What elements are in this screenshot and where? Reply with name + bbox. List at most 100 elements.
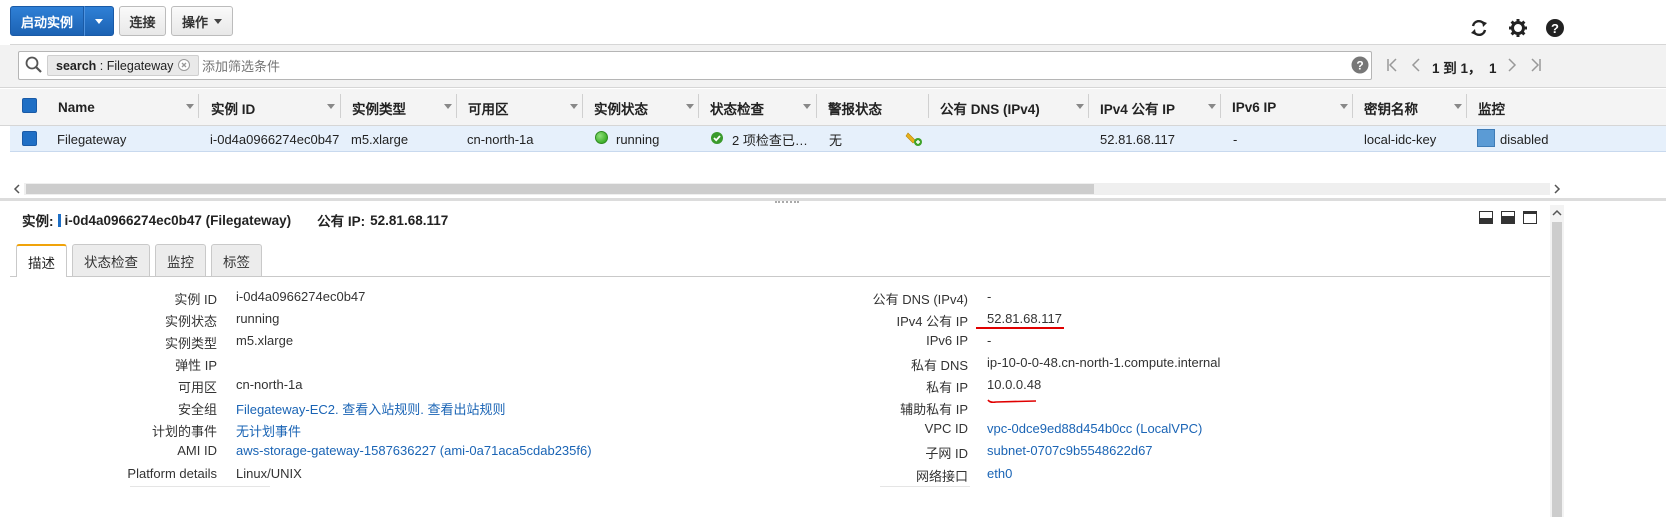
link-vpc-id[interactable]: vpc-0dce9ed88d454b0cc (LocalVPC) — [987, 421, 1202, 436]
label-az: 可用区 — [177, 380, 217, 395]
col-alarm[interactable]: 警报状态 — [828, 89, 882, 126]
cell-ipv4: 52.81.68.117 — [1100, 131, 1175, 147]
launch-instance-button[interactable]: 启动实例 — [10, 6, 84, 36]
drag-handle-icon[interactable] — [775, 201, 799, 205]
right-arrow-icon[interactable] — [1550, 182, 1564, 196]
sort-icon[interactable] — [1454, 104, 1462, 109]
link-outbound-rules[interactable]: 查看出站规则 — [427, 402, 505, 417]
scroll-up-icon[interactable] — [1550, 206, 1564, 220]
value-private-dns: ip-10-0-0-48.cn-north-1.compute.internal — [987, 355, 1221, 370]
col-public-dns[interactable]: 公有 DNS (IPv4) — [940, 89, 1040, 126]
label-security-group: 安全组 — [177, 402, 217, 417]
value-instance-id: i-0d4a0966274ec0b47 — [236, 289, 366, 304]
split-divider[interactable] — [0, 198, 1666, 201]
value-instance-state: running — [236, 311, 280, 326]
vertical-scrollbar-thumb[interactable] — [1552, 222, 1562, 517]
left-arrow-icon[interactable] — [10, 182, 24, 196]
detail-public-ip-value: 52.81.68.117 — [370, 212, 449, 228]
help-circle-icon[interactable]: ? — [1351, 56, 1369, 74]
refresh-icon[interactable] — [1469, 18, 1489, 38]
cell-status-checks: 2 项检查已… — [732, 132, 808, 148]
label-secondary-private-ip: 辅助私有 IP — [900, 402, 968, 417]
col-key-name[interactable]: 密钥名称 — [1364, 89, 1418, 126]
sort-icon[interactable] — [803, 104, 811, 109]
tab-description[interactable]: 描述 — [16, 244, 67, 277]
cell-key-name: local-idc-key — [1364, 131, 1437, 147]
cell-alarm: 无 — [829, 132, 843, 148]
divider — [816, 94, 817, 118]
link-network-interface[interactable]: eth0 — [987, 466, 1012, 481]
filter-input[interactable] — [202, 56, 602, 76]
row-checkbox[interactable] — [22, 131, 37, 146]
connect-label: 连接 — [129, 14, 156, 30]
col-instance-type[interactable]: 实例类型 — [352, 89, 406, 126]
select-all-checkbox[interactable] — [22, 98, 37, 113]
label-platform: Platform details — [127, 466, 217, 481]
link-security-group[interactable]: Filegateway-EC2. — [236, 402, 339, 417]
panel-layout-bottom-icon[interactable] — [1479, 211, 1493, 224]
link-ami-id[interactable]: aws-storage-gateway-1587636227 (ami-0a71… — [236, 443, 592, 458]
tab-status-checks[interactable]: 状态检查 — [72, 244, 150, 276]
sort-icon[interactable] — [1208, 104, 1216, 109]
col-ipv6[interactable]: IPv6 IP — [1232, 89, 1276, 126]
gear-icon[interactable] — [1508, 18, 1528, 38]
label-private-dns: 私有 DNS — [910, 358, 968, 373]
col-ipv4[interactable]: IPv4 公有 IP — [1100, 89, 1175, 126]
label-ipv6-ip: IPv6 IP — [926, 333, 968, 348]
alarm-bell-icon[interactable] — [905, 129, 923, 147]
help-icon[interactable]: ? — [1545, 18, 1565, 38]
last-page-icon[interactable] — [1528, 57, 1542, 73]
close-icon[interactable] — [178, 59, 190, 71]
col-instance-id[interactable]: 实例 ID — [211, 89, 255, 126]
tabs-baseline — [10, 276, 1550, 277]
connect-button[interactable]: 连接 — [119, 6, 166, 36]
value-public-dns: - — [987, 289, 992, 304]
sort-icon[interactable] — [570, 104, 578, 109]
panel-layout-full-icon[interactable] — [1523, 211, 1537, 224]
label-private-ip: 私有 IP — [926, 380, 968, 395]
cell-name: Filegateway — [57, 131, 127, 147]
next-page-icon[interactable] — [1506, 57, 1518, 73]
detail-public-ip-label: 公有 IP: — [317, 214, 366, 229]
col-name[interactable]: Name — [58, 89, 95, 126]
launch-dropdown-button[interactable] — [84, 6, 114, 36]
link-subnet-id[interactable]: subnet-0707c9b5548622d67 — [987, 443, 1153, 458]
sort-icon[interactable] — [1076, 104, 1084, 109]
sort-icon[interactable] — [186, 104, 194, 109]
filter-token[interactable]: search : Filegateway — [47, 55, 199, 76]
actions-button[interactable]: 操作 — [171, 6, 233, 36]
divider — [1352, 94, 1353, 118]
filter-token-sep: : — [96, 58, 107, 73]
filter-token-value: Filegateway — [106, 58, 174, 73]
monitoring-swatch — [1477, 129, 1495, 147]
link-scheduled-events[interactable]: 无计划事件 — [236, 421, 301, 440]
scrollbar-thumb[interactable] — [26, 184, 1094, 194]
check-icon — [711, 132, 723, 144]
label-public-dns: 公有 DNS (IPv4) — [872, 292, 968, 307]
col-status-checks[interactable]: 状态检查 — [710, 89, 764, 126]
value-platform: Linux/UNIX — [236, 466, 302, 481]
tab-monitoring[interactable]: 监控 — [155, 244, 206, 276]
actions-label: 操作 — [181, 14, 208, 30]
divider — [880, 486, 970, 487]
col-az[interactable]: 可用区 — [468, 89, 509, 126]
value-instance-type: m5.xlarge — [236, 333, 294, 348]
prev-page-icon[interactable] — [1410, 57, 1422, 73]
label-instance-type: 实例类型 — [164, 336, 217, 351]
detail-title-label: 实例: — [22, 214, 54, 229]
tab-tags[interactable]: 标签 — [211, 244, 262, 276]
link-inbound-rules[interactable]: 查看入站规则. — [342, 402, 424, 417]
detail-title: 实例: i-0d4a0966274ec0b47 (Filegateway) 公有… — [22, 210, 448, 230]
divider — [1466, 94, 1467, 118]
sort-icon[interactable] — [1340, 104, 1348, 109]
sort-icon[interactable] — [444, 104, 452, 109]
sort-icon[interactable] — [327, 104, 335, 109]
cell-az: cn-north-1a — [467, 131, 534, 147]
col-monitoring[interactable]: 监控 — [1478, 89, 1505, 126]
panel-layout-middle-icon[interactable] — [1501, 211, 1515, 224]
label-scheduled-events: 计划的事件 — [151, 424, 217, 439]
col-state[interactable]: 实例状态 — [594, 89, 648, 126]
first-page-icon[interactable] — [1386, 57, 1400, 73]
sort-icon[interactable] — [686, 104, 694, 109]
value-private-ip: 10.0.0.48 — [987, 377, 1042, 392]
